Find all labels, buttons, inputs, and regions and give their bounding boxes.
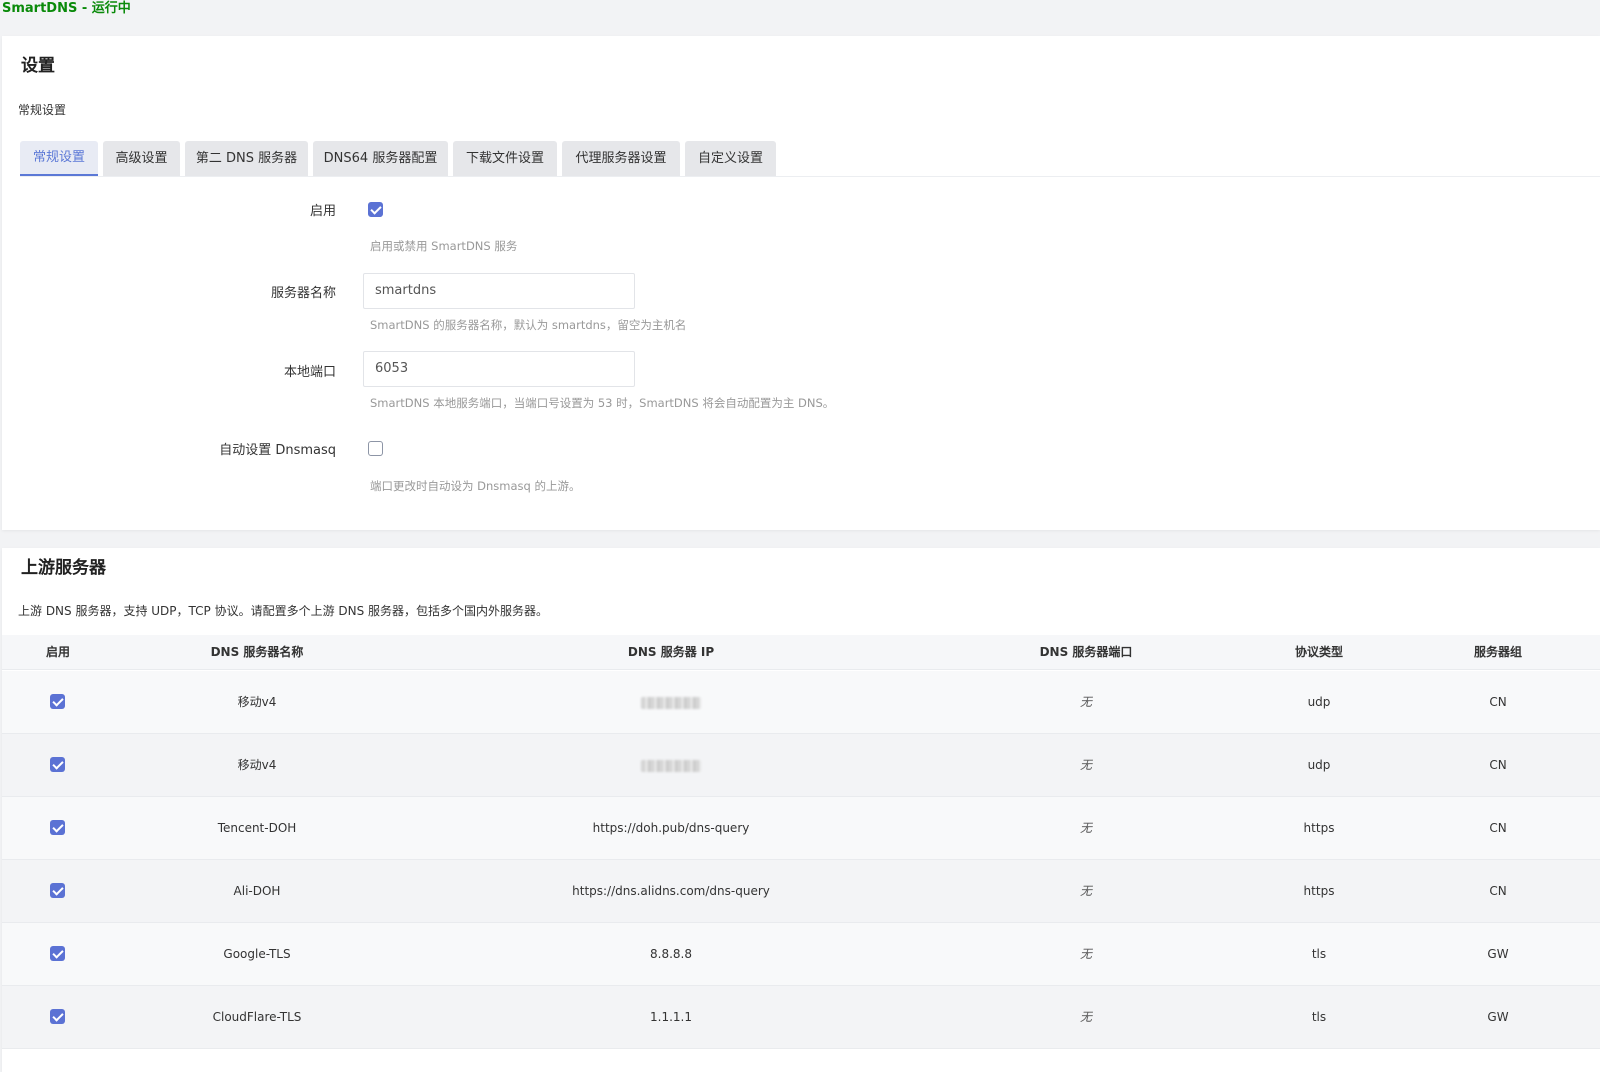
column-protocol: 协议类型 [1294,645,1344,659]
protocol-cell: tls [1311,947,1327,961]
group-cell: CN [1489,695,1507,709]
group-cell: CN [1489,821,1507,835]
server-port-cell: 无 [1079,821,1093,835]
server-ip-cell [641,734,701,796]
protocol-cell: udp [1307,695,1331,709]
server-port-cell: 无 [1079,758,1093,772]
settings-card: 设置 常规设置 常规设置 高级设置 第二 DNS 服务器 DNS64 服务器配置… [2,36,1600,530]
tab-divider [20,176,1600,177]
table-row[interactable]: Google-TLS 8.8.8.8 无 tls GW [2,923,1600,986]
row-enabled-checkbox[interactable] [50,694,65,709]
local-port-label: 本地端口 [283,365,336,380]
upstream-card: 上游服务器 上游 DNS 服务器，支持 UDP，TCP 协议。请配置多个上游 D… [2,548,1600,1072]
server-ip-cell: 8.8.8.8 [650,947,692,961]
table-row[interactable]: Ali-DOH https://dns.alidns.com/dns-query 无… [2,860,1600,923]
server-name-cell: Tencent-DOH [217,821,297,835]
local-port-input[interactable]: 6053 [363,351,635,387]
tab-dns64[interactable]: DNS64 服务器配置 [313,141,448,177]
row-enabled-checkbox[interactable] [50,1009,65,1024]
server-name-cell: 移动v4 [237,758,277,772]
server-ip-cell [641,671,701,733]
protocol-cell: https [1303,884,1335,898]
column-group: 服务器组 [1473,645,1523,659]
group-cell: GW [1487,1010,1509,1024]
enable-checkbox[interactable] [368,202,383,217]
table-row[interactable]: 移动v4 无 udp CN [2,671,1600,734]
column-server-port: DNS 服务器端口 [1039,645,1133,659]
table-row[interactable]: CloudFlare-TLS 1.1.1.1 无 tls GW [2,986,1600,1049]
column-enabled: 启用 [45,645,71,659]
protocol-cell: udp [1307,758,1331,772]
auto-dnsmasq-label: 自动设置 Dnsmasq [219,443,336,458]
redacted-ip [641,696,701,709]
server-port-cell: 无 [1079,1010,1093,1024]
server-name-cell: 移动v4 [237,695,277,709]
server-name-cell: Google-TLS [223,947,291,961]
server-name-cell: CloudFlare-TLS [212,1010,302,1024]
tab-general[interactable]: 常规设置 [20,141,98,177]
tab-second-dns[interactable]: 第二 DNS 服务器 [185,141,308,177]
enable-hint: 启用或禁用 SmartDNS 服务 [370,239,518,253]
auto-dnsmasq-checkbox[interactable] [368,441,383,456]
redacted-ip [641,759,701,772]
table-row[interactable]: Tencent-DOH https://doh.pub/dns-query 无 htt… [2,797,1600,860]
server-port-cell: 无 [1079,695,1093,709]
server-port-cell: 无 [1079,884,1093,898]
upstream-description: 上游 DNS 服务器，支持 UDP，TCP 协议。请配置多个上游 DNS 服务器… [18,604,549,618]
tab-download-files[interactable]: 下载文件设置 [453,141,557,177]
tab-proxy[interactable]: 代理服务器设置 [562,141,680,177]
server-name-hint: SmartDNS 的服务器名称，默认为 smartdns，留空为主机名 [370,318,687,332]
group-cell: CN [1489,758,1507,772]
server-ip-cell: https://doh.pub/dns-query [592,821,750,835]
settings-subtitle: 常规设置 [18,103,67,117]
server-name-cell: Ali-DOH [233,884,281,898]
upstream-title: 上游服务器 [21,558,106,578]
tab-advanced[interactable]: 高级设置 [103,141,180,177]
group-cell: CN [1489,884,1507,898]
settings-title: 设置 [21,56,55,76]
tab-custom[interactable]: 自定义设置 [685,141,776,177]
row-enabled-checkbox[interactable] [50,757,65,772]
table-row[interactable]: 移动v4 无 udp CN [2,734,1600,797]
row-enabled-checkbox[interactable] [50,820,65,835]
server-name-input[interactable]: smartdns [363,273,635,309]
enable-label: 启用 [309,204,336,219]
server-ip-cell: https://dns.alidns.com/dns-query [572,884,770,898]
table-header: 启用 DNS 服务器名称 DNS 服务器 IP DNS 服务器端口 协议类型 服… [2,635,1600,670]
column-server-ip: DNS 服务器 IP [627,645,715,659]
server-name-label: 服务器名称 [270,286,336,301]
auto-dnsmasq-hint: 端口更改时自动设为 Dnsmasq 的上游。 [370,479,581,493]
group-cell: GW [1487,947,1509,961]
server-port-cell: 无 [1079,947,1093,961]
protocol-cell: https [1303,821,1335,835]
protocol-cell: tls [1311,1010,1327,1024]
local-port-hint: SmartDNS 本地服务端口，当端口号设置为 53 时，SmartDNS 将会… [370,396,835,410]
server-ip-cell: 1.1.1.1 [650,1010,692,1024]
service-status: SmartDNS - 运行中 [2,1,131,16]
row-enabled-checkbox[interactable] [50,946,65,961]
column-server-name: DNS 服务器名称 [210,645,304,659]
row-enabled-checkbox[interactable] [50,883,65,898]
